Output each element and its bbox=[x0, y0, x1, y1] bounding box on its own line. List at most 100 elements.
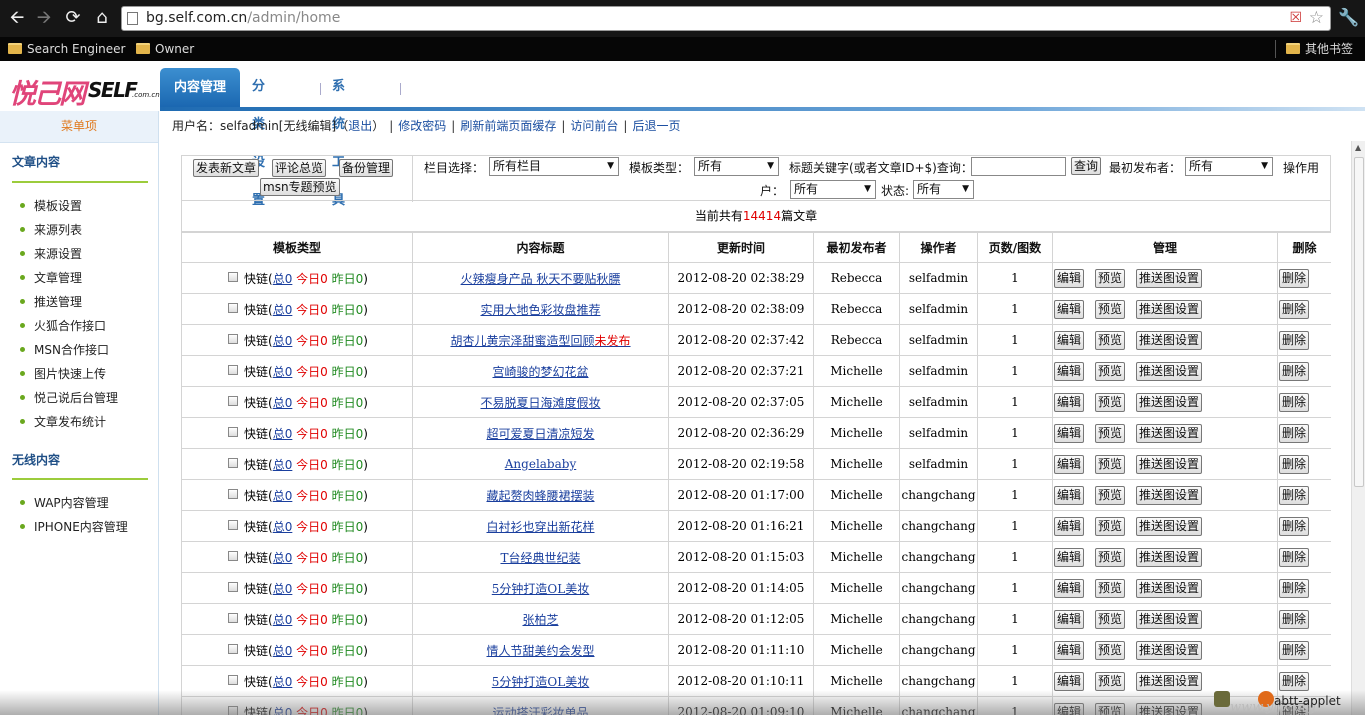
push-image-settings-button[interactable]: 推送图设置 bbox=[1136, 299, 1203, 319]
article-title-link[interactable]: 5分钟打造OL美妆 bbox=[492, 675, 589, 689]
delete-button[interactable]: 删除 bbox=[1279, 485, 1310, 505]
home-icon[interactable]: ⌂ bbox=[90, 7, 114, 29]
edit-button[interactable]: 编辑 bbox=[1054, 361, 1085, 381]
edit-button[interactable]: 编辑 bbox=[1054, 330, 1085, 350]
sidebar-item-template-settings[interactable]: 模板设置 bbox=[20, 197, 82, 214]
article-title-link[interactable]: 情人节甜美约会发型 bbox=[486, 644, 594, 658]
preview-button[interactable]: 预览 bbox=[1095, 299, 1126, 319]
total-count-link[interactable]: 总0 bbox=[273, 520, 293, 534]
bookmark-search-engineer[interactable]: Search Engineer bbox=[8, 41, 125, 57]
preview-button[interactable]: 预览 bbox=[1095, 547, 1126, 567]
article-title-link[interactable]: 宫崎骏的梦幻花盆 bbox=[492, 365, 588, 379]
sidebar-item-msn-api[interactable]: MSN合作接口 bbox=[20, 341, 109, 358]
template-type-select[interactable]: 所有 ▼ bbox=[694, 157, 779, 176]
edit-button[interactable]: 编辑 bbox=[1054, 671, 1085, 691]
delete-button[interactable]: 删除 bbox=[1279, 361, 1310, 381]
column-select[interactable]: 所有栏目 ▼ bbox=[489, 157, 619, 176]
change-password-link[interactable]: 修改密码 bbox=[398, 119, 446, 133]
delete-button[interactable]: 删除 bbox=[1279, 299, 1310, 319]
site-logo[interactable]: 悦己网 SELF .com.cn bbox=[6, 70, 160, 110]
new-article-button[interactable]: 发表新文章 bbox=[193, 159, 260, 177]
row-checkbox[interactable] bbox=[228, 581, 238, 592]
push-image-settings-button[interactable]: 推送图设置 bbox=[1136, 640, 1203, 660]
search-button[interactable]: 查询 bbox=[1071, 157, 1102, 175]
delete-button[interactable]: 删除 bbox=[1279, 423, 1310, 443]
edit-button[interactable]: 编辑 bbox=[1054, 299, 1085, 319]
total-count-link[interactable]: 总0 bbox=[273, 272, 293, 286]
article-title-link[interactable]: 火辣瘦身产品 秋天不要贴秋膘 bbox=[461, 272, 621, 286]
total-count-link[interactable]: 总0 bbox=[273, 334, 293, 348]
article-title-link[interactable]: 实用大地色彩妆盘推荐 bbox=[480, 303, 600, 317]
push-image-settings-button[interactable]: 推送图设置 bbox=[1136, 702, 1203, 715]
row-checkbox[interactable] bbox=[228, 705, 238, 715]
total-count-link[interactable]: 总0 bbox=[273, 396, 293, 410]
preview-button[interactable]: 预览 bbox=[1095, 330, 1126, 350]
preview-button[interactable]: 预览 bbox=[1095, 640, 1126, 660]
row-checkbox[interactable] bbox=[228, 674, 238, 685]
row-checkbox[interactable] bbox=[228, 519, 238, 530]
delete-button[interactable]: 删除 bbox=[1279, 268, 1310, 288]
row-checkbox[interactable] bbox=[228, 643, 238, 654]
total-count-link[interactable]: 总0 bbox=[273, 365, 293, 379]
delete-button[interactable]: 删除 bbox=[1279, 330, 1310, 350]
edit-button[interactable]: 编辑 bbox=[1054, 640, 1085, 660]
sidebar-item-source-settings[interactable]: 来源设置 bbox=[20, 245, 82, 262]
row-checkbox[interactable] bbox=[228, 488, 238, 499]
push-image-settings-button[interactable]: 推送图设置 bbox=[1136, 454, 1203, 474]
edit-button[interactable]: 编辑 bbox=[1054, 454, 1085, 474]
total-count-link[interactable]: 总0 bbox=[273, 458, 293, 472]
reload-icon[interactable]: ⟳ bbox=[61, 7, 85, 29]
wrench-icon[interactable]: 🔧 bbox=[1338, 8, 1359, 28]
total-count-link[interactable]: 总0 bbox=[273, 644, 293, 658]
push-image-settings-button[interactable]: 推送图设置 bbox=[1136, 330, 1203, 350]
preview-button[interactable]: 预览 bbox=[1095, 578, 1126, 598]
delete-button[interactable]: 删除 bbox=[1279, 640, 1310, 660]
row-checkbox[interactable] bbox=[228, 426, 238, 437]
refresh-cache-link[interactable]: 刷新前端页面缓存 bbox=[460, 119, 556, 133]
go-back-link[interactable]: 后退一页 bbox=[632, 119, 680, 133]
push-image-settings-button[interactable]: 推送图设置 bbox=[1136, 361, 1203, 381]
bookmark-owner[interactable]: Owner bbox=[136, 41, 194, 57]
preview-button[interactable]: 预览 bbox=[1095, 268, 1126, 288]
sidebar-item-article-management[interactable]: 文章管理 bbox=[20, 269, 82, 286]
article-title-link[interactable]: T台经典世纪装 bbox=[500, 551, 580, 565]
comments-overview-button[interactable]: 评论总览 bbox=[272, 159, 327, 177]
article-title-link[interactable]: 不易脱夏日海滩度假妆 bbox=[480, 396, 600, 410]
row-checkbox[interactable] bbox=[228, 364, 238, 375]
edit-button[interactable]: 编辑 bbox=[1054, 702, 1085, 715]
total-count-link[interactable]: 总0 bbox=[273, 675, 293, 689]
total-count-link[interactable]: 总0 bbox=[273, 489, 293, 503]
total-count-link[interactable]: 总0 bbox=[273, 706, 293, 715]
visit-frontend-link[interactable]: 访问前台 bbox=[570, 119, 618, 133]
article-title-link[interactable]: 运动搭汗彩妆单品 bbox=[492, 706, 588, 715]
preview-button[interactable]: 预览 bbox=[1095, 361, 1126, 381]
article-title-link[interactable]: 张柏芝 bbox=[522, 613, 558, 627]
preview-button[interactable]: 预览 bbox=[1095, 423, 1126, 443]
operator-select[interactable]: 所有 ▼ bbox=[790, 180, 876, 199]
row-checkbox[interactable] bbox=[228, 457, 238, 468]
forward-icon[interactable]: 🡪 bbox=[32, 7, 56, 29]
row-checkbox[interactable] bbox=[228, 395, 238, 406]
push-image-settings-button[interactable]: 推送图设置 bbox=[1136, 392, 1203, 412]
keyword-input[interactable] bbox=[971, 157, 1066, 176]
edit-button[interactable]: 编辑 bbox=[1054, 392, 1085, 412]
backup-management-button[interactable]: 备份管理 bbox=[339, 159, 394, 177]
edit-button[interactable]: 编辑 bbox=[1054, 516, 1085, 536]
logout-link[interactable]: 退出 bbox=[348, 119, 372, 133]
preview-button[interactable]: 预览 bbox=[1095, 671, 1126, 691]
edit-button[interactable]: 编辑 bbox=[1054, 268, 1085, 288]
push-image-settings-button[interactable]: 推送图设置 bbox=[1136, 547, 1203, 567]
preview-button[interactable]: 预览 bbox=[1095, 485, 1126, 505]
bookmark-other[interactable]: 其他书签 bbox=[1286, 41, 1353, 57]
preview-button[interactable]: 预览 bbox=[1095, 609, 1126, 629]
msn-preview-button[interactable]: msn专题预览 bbox=[260, 178, 340, 196]
tab-system-tools[interactable]: 系统工具 bbox=[332, 68, 345, 208]
back-icon[interactable]: 🡨 bbox=[5, 7, 29, 29]
edit-button[interactable]: 编辑 bbox=[1054, 423, 1085, 443]
delete-button[interactable]: 删除 bbox=[1279, 392, 1310, 412]
blocked-icon[interactable]: ☒ bbox=[1289, 10, 1302, 26]
total-count-link[interactable]: 总0 bbox=[273, 613, 293, 627]
total-count-link[interactable]: 总0 bbox=[273, 551, 293, 565]
row-checkbox[interactable] bbox=[228, 302, 238, 313]
article-title-link[interactable]: Angelababy bbox=[505, 457, 576, 471]
